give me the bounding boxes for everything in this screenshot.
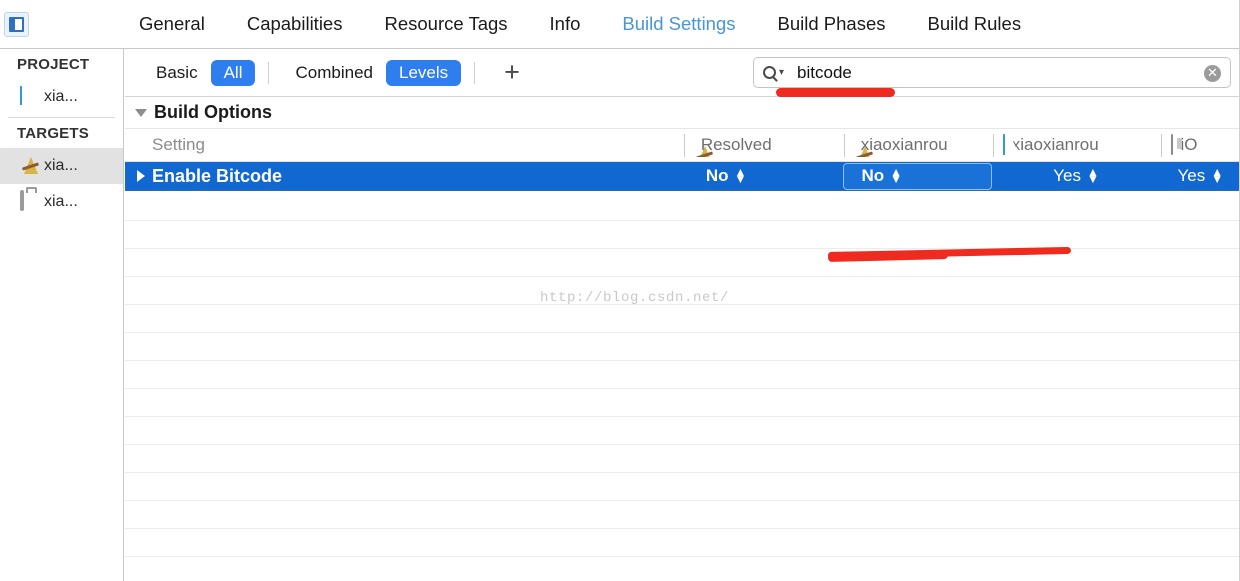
toolbar-divider	[268, 61, 270, 84]
tab-build-rules[interactable]: Build Rules	[907, 0, 1043, 48]
table-row	[125, 389, 1240, 417]
tab-info[interactable]: Info	[529, 0, 602, 48]
search-input[interactable]: ▾ bitcode ✕	[753, 57, 1231, 88]
column-header-ios-default[interactable]: iO	[1161, 133, 1240, 157]
triangle-right-icon[interactable]	[137, 170, 145, 182]
column-header-label: xiaoxianrou	[860, 135, 948, 154]
table-row	[125, 529, 1240, 557]
sidebar-section-targets: TARGETS	[17, 125, 89, 142]
stepper-icon[interactable]: ▲ ▼	[1087, 166, 1099, 185]
table-row	[125, 221, 1240, 249]
red-underline-search	[776, 88, 895, 97]
table-row	[125, 417, 1240, 445]
device-icon	[1171, 134, 1174, 155]
tab-capabilities[interactable]: Capabilities	[226, 0, 364, 48]
search-value: bitcode	[797, 62, 852, 82]
app-target-icon	[20, 156, 40, 177]
table-empty-rows	[125, 191, 1240, 581]
table-row	[125, 557, 1240, 581]
column-header-setting[interactable]: Setting	[125, 135, 684, 155]
clear-icon[interactable]: ✕	[1204, 65, 1221, 82]
setting-value-ios-default[interactable]: Yes ▲ ▼	[1162, 162, 1240, 191]
scope-segmented-control: Basic All	[143, 59, 256, 86]
value-text: No	[861, 166, 885, 185]
column-header-target[interactable]: xiaoxianrou	[843, 133, 993, 157]
sidebar-item-project-xia[interactable]: xia...	[0, 79, 123, 115]
column-header-resolved[interactable]: Resolved	[683, 133, 844, 157]
sidebar-item-target-tests[interactable]: xia...	[0, 184, 123, 220]
project-document-icon	[1002, 134, 1005, 155]
test-bundle-icon	[20, 190, 40, 213]
navigator-panel-toggle-icon[interactable]	[4, 12, 29, 37]
watermark: http://blog.csdn.net/	[540, 290, 730, 306]
value-text: Yes	[1177, 166, 1206, 185]
setting-value-target[interactable]: No ▲ ▼	[843, 162, 993, 190]
stepper-icon[interactable]: ▲ ▼	[1211, 166, 1223, 185]
setting-value-resolved[interactable]: No ▲ ▼	[684, 162, 844, 191]
project-targets-sidebar: PROJECT xia... TARGETS xia... xia...	[0, 49, 124, 581]
table-row	[125, 445, 1240, 473]
mode-segmented-control: Combined Levels	[282, 59, 462, 86]
settings-group-build-options[interactable]: Build Options	[125, 97, 1240, 129]
column-header-label: iO	[1180, 135, 1198, 154]
tab-build-phases[interactable]: Build Phases	[757, 0, 907, 48]
value-text: Yes	[1053, 166, 1081, 185]
settings-group-title: Build Options	[154, 102, 272, 122]
tab-list: General Capabilities Resource Tags Info …	[118, 0, 1042, 48]
mode-levels-button[interactable]: Levels	[385, 59, 462, 86]
build-settings-filter-bar: Basic All Combined Levels + ▾ bitcode ✕	[125, 49, 1240, 97]
setting-value-project[interactable]: Yes ▲ ▼	[992, 162, 1161, 191]
table-column-headers: Setting Resolved xiaoxianrou xiaoxianrou…	[125, 129, 1240, 162]
scope-basic-button[interactable]: Basic	[143, 60, 211, 86]
table-row[interactable]: Enable Bitcode No ▲ ▼ No ▲ ▼ Yes ▲ ▼ Yes ▲ ▼	[125, 162, 1240, 191]
table-row	[125, 191, 1240, 221]
build-settings-table: Build Options Setting Resolved xiaoxianr…	[125, 97, 1240, 581]
table-row	[125, 473, 1240, 501]
stepper-icon[interactable]: ▲ ▼	[890, 166, 902, 185]
table-row	[125, 501, 1240, 529]
panel-glyph	[9, 17, 24, 32]
mode-combined-button[interactable]: Combined	[282, 60, 386, 86]
sidebar-item-label: xia...	[44, 157, 78, 174]
xcode-build-settings-window: General Capabilities Resource Tags Info …	[0, 0, 1240, 581]
stepper-icon[interactable]: ▲ ▼	[735, 166, 747, 185]
column-header-project[interactable]: xiaoxianrou	[992, 133, 1162, 157]
triangle-down-icon[interactable]	[135, 108, 147, 117]
sidebar-item-target-app[interactable]: xia...	[0, 148, 123, 184]
table-row	[125, 249, 1240, 277]
sidebar-section-project: PROJECT	[17, 56, 90, 73]
scope-all-button[interactable]: All	[210, 59, 256, 86]
add-setting-button[interactable]: +	[504, 59, 520, 86]
sidebar-item-label: xia...	[44, 193, 78, 210]
setting-name: Enable Bitcode	[152, 165, 283, 186]
table-row	[125, 333, 1240, 361]
toolbar-divider	[474, 61, 476, 84]
table-row	[125, 361, 1240, 389]
tab-resource-tags[interactable]: Resource Tags	[363, 0, 528, 48]
table-row	[125, 305, 1240, 333]
search-icon[interactable]: ▾	[763, 66, 784, 79]
chevron-down-icon[interactable]: ▾	[779, 67, 784, 78]
project-document-icon	[20, 86, 40, 108]
sidebar-item-label: xia...	[44, 88, 78, 105]
tab-build-settings[interactable]: Build Settings	[601, 0, 756, 48]
value-text: No	[705, 166, 729, 185]
editor-tab-bar: General Capabilities Resource Tags Info …	[0, 0, 1240, 49]
column-header-label: xiaoxianrou	[1011, 135, 1099, 154]
tab-general[interactable]: General	[118, 0, 226, 48]
